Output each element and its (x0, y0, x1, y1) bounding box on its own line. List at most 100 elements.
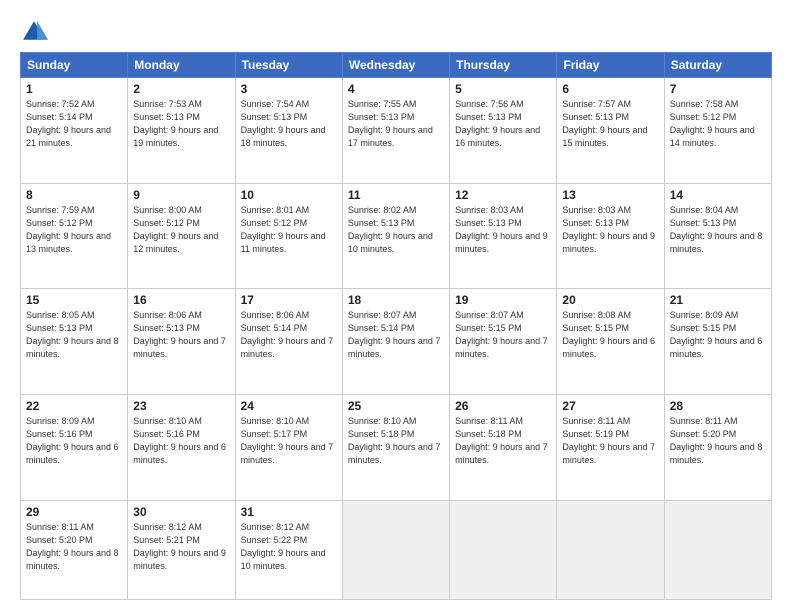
calendar-header-row: SundayMondayTuesdayWednesdayThursdayFrid… (21, 53, 772, 78)
calendar-cell: 29 Sunrise: 8:11 AMSunset: 5:20 PMDayligh… (21, 500, 128, 600)
day-number: 19 (455, 293, 551, 307)
day-number: 13 (562, 188, 658, 202)
day-info: Sunrise: 8:03 AMSunset: 5:13 PMDaylight:… (455, 204, 551, 256)
calendar-cell: 22Sunrise: 8:09 AMSunset: 5:16 PMDayligh… (21, 394, 128, 500)
day-number: 31 (241, 505, 337, 519)
calendar-header-monday: Monday (128, 53, 235, 78)
day-number: 9 (133, 188, 229, 202)
day-number: 16 (133, 293, 229, 307)
day-number: 11 (348, 188, 444, 202)
day-info: Sunrise: 8:10 AMSunset: 5:17 PMDaylight:… (241, 415, 337, 467)
day-info: Sunrise: 7:52 AMSunset: 5:14 PMDaylight:… (26, 98, 122, 150)
calendar-cell: 19Sunrise: 8:07 AMSunset: 5:15 PMDayligh… (450, 289, 557, 395)
calendar-cell: 12 Sunrise: 8:03 AMSunset: 5:13 PMDayligh… (450, 183, 557, 289)
day-info: Sunrise: 8:11 AMSunset: 5:20 PMDaylight:… (670, 415, 766, 467)
calendar-header-tuesday: Tuesday (235, 53, 342, 78)
calendar-cell: 10 Sunrise: 8:01 AMSunset: 5:12 PMDayligh… (235, 183, 342, 289)
calendar-cell: 11 Sunrise: 8:02 AMSunset: 5:13 PMDayligh… (342, 183, 449, 289)
calendar-cell: 20 Sunrise: 8:08 AMSunset: 5:15 PMDayligh… (557, 289, 664, 395)
day-info: Sunrise: 8:02 AMSunset: 5:13 PMDaylight:… (348, 204, 444, 256)
calendar-cell: 16 Sunrise: 8:06 AMSunset: 5:13 PMDayligh… (128, 289, 235, 395)
day-number: 6 (562, 82, 658, 96)
calendar-cell: 9 Sunrise: 8:00 AMSunset: 5:12 PMDaylight… (128, 183, 235, 289)
day-info: Sunrise: 7:57 AMSunset: 5:13 PMDaylight:… (562, 98, 658, 150)
calendar-cell: 4 Sunrise: 7:55 AMSunset: 5:13 PMDaylight… (342, 78, 449, 184)
calendar-cell: 8 Sunrise: 7:59 AMSunset: 5:12 PMDaylight… (21, 183, 128, 289)
calendar-header-wednesday: Wednesday (342, 53, 449, 78)
calendar-cell: 21 Sunrise: 8:09 AMSunset: 5:15 PMDayligh… (664, 289, 771, 395)
day-info: Sunrise: 8:08 AMSunset: 5:15 PMDaylight:… (562, 309, 658, 361)
day-number: 24 (241, 399, 337, 413)
calendar-week-2: 8 Sunrise: 7:59 AMSunset: 5:12 PMDaylight… (21, 183, 772, 289)
day-number: 12 (455, 188, 551, 202)
day-info: Sunrise: 8:04 AMSunset: 5:13 PMDaylight:… (670, 204, 766, 256)
calendar-header-friday: Friday (557, 53, 664, 78)
day-number: 14 (670, 188, 766, 202)
day-number: 20 (562, 293, 658, 307)
calendar-cell: 14 Sunrise: 8:04 AMSunset: 5:13 PMDayligh… (664, 183, 771, 289)
day-number: 15 (26, 293, 122, 307)
day-info: Sunrise: 8:11 AMSunset: 5:20 PMDaylight:… (26, 521, 122, 573)
calendar-week-1: 1Sunrise: 7:52 AMSunset: 5:14 PMDaylight… (21, 78, 772, 184)
logo (20, 18, 52, 46)
day-info: Sunrise: 8:10 AMSunset: 5:16 PMDaylight:… (133, 415, 229, 467)
calendar-header-saturday: Saturday (664, 53, 771, 78)
day-number: 28 (670, 399, 766, 413)
day-number: 4 (348, 82, 444, 96)
day-number: 10 (241, 188, 337, 202)
calendar-cell: 23 Sunrise: 8:10 AMSunset: 5:16 PMDayligh… (128, 394, 235, 500)
day-info: Sunrise: 7:56 AMSunset: 5:13 PMDaylight:… (455, 98, 551, 150)
calendar-header-thursday: Thursday (450, 53, 557, 78)
calendar-cell: 1Sunrise: 7:52 AMSunset: 5:14 PMDaylight… (21, 78, 128, 184)
calendar-week-5: 29 Sunrise: 8:11 AMSunset: 5:20 PMDayligh… (21, 500, 772, 600)
day-number: 23 (133, 399, 229, 413)
day-info: Sunrise: 8:11 AMSunset: 5:18 PMDaylight:… (455, 415, 551, 467)
day-info: Sunrise: 7:58 AMSunset: 5:12 PMDaylight:… (670, 98, 766, 150)
calendar-cell (450, 500, 557, 600)
day-number: 22 (26, 399, 122, 413)
calendar-cell: 13 Sunrise: 8:03 AMSunset: 5:13 PMDayligh… (557, 183, 664, 289)
day-info: Sunrise: 7:59 AMSunset: 5:12 PMDaylight:… (26, 204, 122, 256)
header (20, 18, 772, 46)
day-number: 8 (26, 188, 122, 202)
day-info: Sunrise: 8:12 AMSunset: 5:22 PMDaylight:… (241, 521, 337, 573)
day-info: Sunrise: 8:05 AMSunset: 5:13 PMDaylight:… (26, 309, 122, 361)
day-info: Sunrise: 7:55 AMSunset: 5:13 PMDaylight:… (348, 98, 444, 150)
day-number: 2 (133, 82, 229, 96)
calendar-cell: 24 Sunrise: 8:10 AMSunset: 5:17 PMDayligh… (235, 394, 342, 500)
day-number: 29 (26, 505, 122, 519)
calendar-cell (664, 500, 771, 600)
day-info: Sunrise: 8:09 AMSunset: 5:15 PMDaylight:… (670, 309, 766, 361)
calendar-cell: 26Sunrise: 8:11 AMSunset: 5:18 PMDayligh… (450, 394, 557, 500)
calendar-page: SundayMondayTuesdayWednesdayThursdayFrid… (0, 0, 792, 612)
calendar-cell: 5Sunrise: 7:56 AMSunset: 5:13 PMDaylight… (450, 78, 557, 184)
day-number: 17 (241, 293, 337, 307)
calendar-cell: 30 Sunrise: 8:12 AMSunset: 5:21 PMDayligh… (128, 500, 235, 600)
day-number: 21 (670, 293, 766, 307)
calendar-week-4: 22Sunrise: 8:09 AMSunset: 5:16 PMDayligh… (21, 394, 772, 500)
calendar-week-3: 15 Sunrise: 8:05 AMSunset: 5:13 PMDayligh… (21, 289, 772, 395)
calendar-cell: 18Sunrise: 8:07 AMSunset: 5:14 PMDayligh… (342, 289, 449, 395)
calendar-cell: 6 Sunrise: 7:57 AMSunset: 5:13 PMDaylight… (557, 78, 664, 184)
day-info: Sunrise: 8:11 AMSunset: 5:19 PMDaylight:… (562, 415, 658, 467)
day-info: Sunrise: 8:01 AMSunset: 5:12 PMDaylight:… (241, 204, 337, 256)
calendar-cell: 31 Sunrise: 8:12 AMSunset: 5:22 PMDayligh… (235, 500, 342, 600)
day-info: Sunrise: 8:03 AMSunset: 5:13 PMDaylight:… (562, 204, 658, 256)
calendar-cell: 25Sunrise: 8:10 AMSunset: 5:18 PMDayligh… (342, 394, 449, 500)
day-info: Sunrise: 8:06 AMSunset: 5:14 PMDaylight:… (241, 309, 337, 361)
calendar-header-sunday: Sunday (21, 53, 128, 78)
day-number: 25 (348, 399, 444, 413)
day-info: Sunrise: 7:53 AMSunset: 5:13 PMDaylight:… (133, 98, 229, 150)
calendar-cell: 7Sunrise: 7:58 AMSunset: 5:12 PMDaylight… (664, 78, 771, 184)
calendar-cell: 3Sunrise: 7:54 AMSunset: 5:13 PMDaylight… (235, 78, 342, 184)
day-info: Sunrise: 8:06 AMSunset: 5:13 PMDaylight:… (133, 309, 229, 361)
day-number: 30 (133, 505, 229, 519)
calendar-cell: 15 Sunrise: 8:05 AMSunset: 5:13 PMDayligh… (21, 289, 128, 395)
day-info: Sunrise: 8:07 AMSunset: 5:14 PMDaylight:… (348, 309, 444, 361)
day-info: Sunrise: 8:00 AMSunset: 5:12 PMDaylight:… (133, 204, 229, 256)
calendar-cell: 17 Sunrise: 8:06 AMSunset: 5:14 PMDayligh… (235, 289, 342, 395)
day-info: Sunrise: 8:12 AMSunset: 5:21 PMDaylight:… (133, 521, 229, 573)
day-info: Sunrise: 7:54 AMSunset: 5:13 PMDaylight:… (241, 98, 337, 150)
day-number: 27 (562, 399, 658, 413)
calendar-cell (342, 500, 449, 600)
